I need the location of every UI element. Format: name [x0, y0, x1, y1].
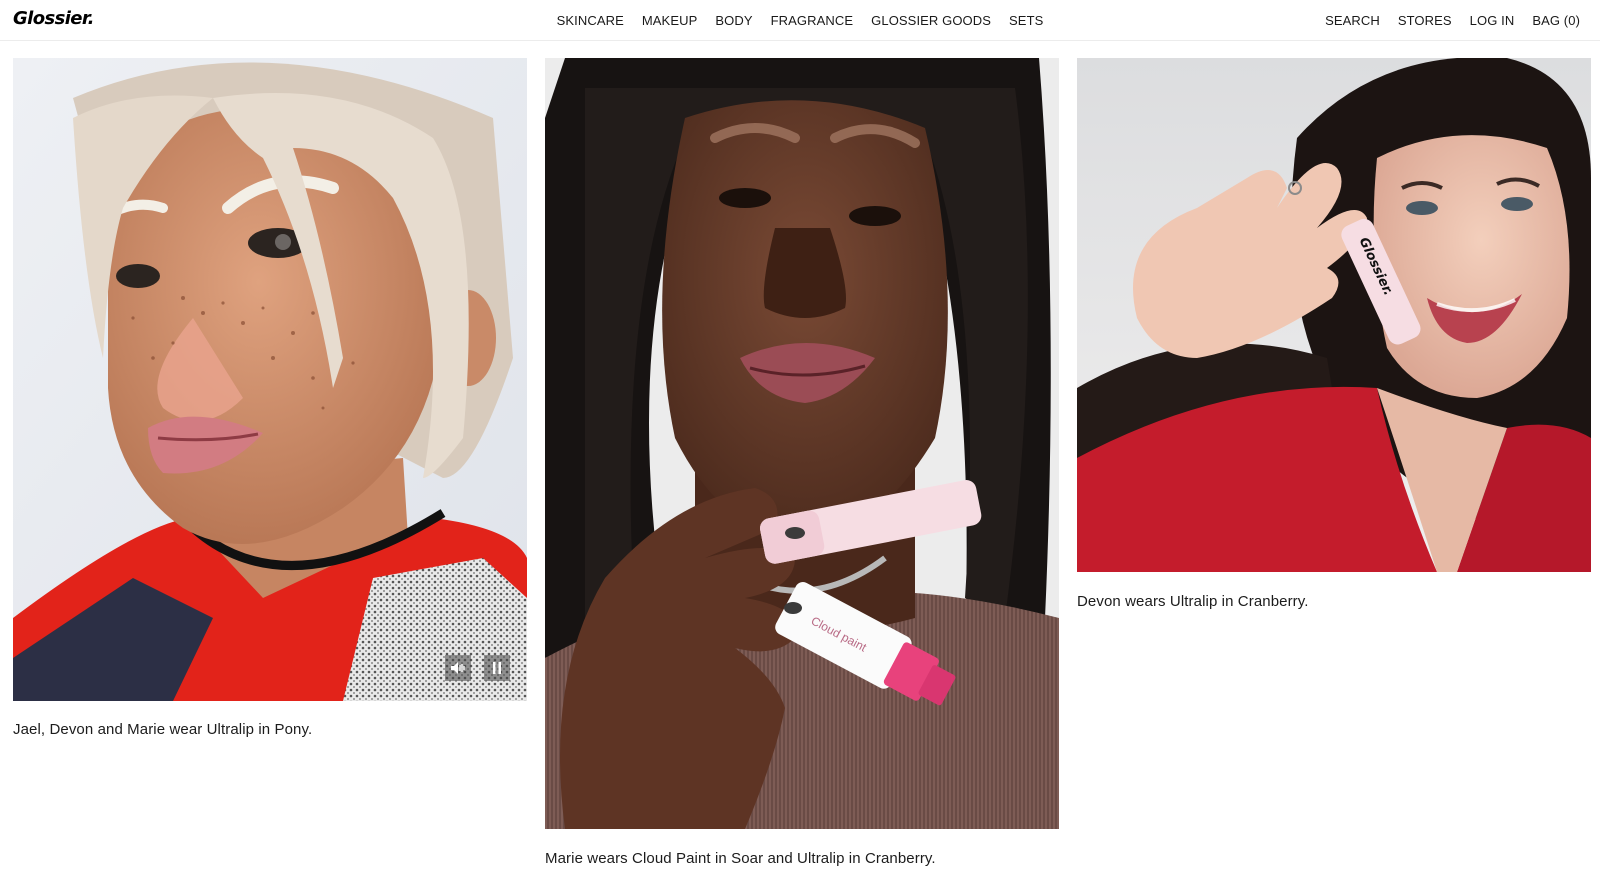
pause-button[interactable] — [484, 655, 510, 681]
volume-icon — [451, 662, 465, 674]
gallery-card-devon: Glossier. Devon wears Ultralip in Cranbe… — [1077, 58, 1591, 610]
nav-search[interactable]: SEARCH — [1325, 13, 1380, 28]
caption-devon: Devon wears Ultralip in Cranberry. — [1077, 593, 1309, 610]
mute-button[interactable] — [445, 655, 471, 681]
nav-sets[interactable]: SETS — [1009, 13, 1043, 28]
gallery-card-jael: Jael, Devon and Marie wear Ultralip in P… — [13, 58, 527, 738]
devon-portrait-illustration: Glossier. — [1077, 58, 1591, 572]
caption-marie: Marie wears Cloud Paint in Soar and Ultr… — [545, 850, 936, 867]
top-navigation: Glossier. SKINCARE MAKEUP BODY FRAGRANCE… — [0, 0, 1600, 41]
nav-glossier-goods[interactable]: GLOSSIER GOODS — [871, 13, 991, 28]
marie-photo[interactable]: Cloud paint — [545, 58, 1059, 829]
jael-video[interactable] — [13, 58, 527, 701]
nav-stores[interactable]: STORES — [1398, 13, 1452, 28]
nav-log-in[interactable]: LOG IN — [1470, 13, 1515, 28]
nav-bag[interactable]: BAG (0) — [1532, 13, 1580, 28]
nav-makeup[interactable]: MAKEUP — [642, 13, 698, 28]
devon-photo[interactable]: Glossier. — [1077, 58, 1591, 572]
nav-skincare[interactable]: SKINCARE — [557, 13, 624, 28]
nav-fragrance[interactable]: FRAGRANCE — [771, 13, 854, 28]
gallery-card-marie: Cloud paint Marie wears Cloud Paint in S… — [545, 58, 1059, 867]
marie-portrait-illustration: Cloud paint — [545, 58, 1059, 829]
caption-jael: Jael, Devon and Marie wear Ultralip in P… — [13, 721, 313, 738]
jael-portrait-illustration — [13, 58, 527, 701]
pause-icon — [493, 662, 501, 674]
nav-body[interactable]: BODY — [715, 13, 752, 28]
utility-nav: SEARCH STORES LOG IN BAG (0) — [1325, 13, 1580, 28]
